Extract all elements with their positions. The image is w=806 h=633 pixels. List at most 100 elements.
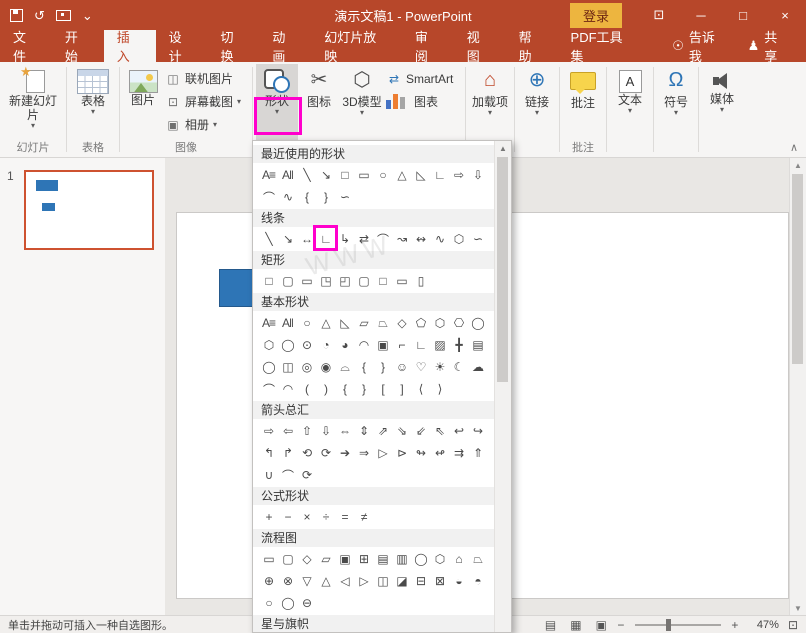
undo-icon[interactable]: ↺ [34,9,45,22]
zoom-out-button[interactable]: − [616,618,626,632]
tab-slideshow[interactable]: 幻灯片放映 [311,30,402,62]
shape-icon[interactable]: ↝ [392,229,411,249]
shape-icon[interactable]: } [373,357,392,377]
share-button[interactable]: ♟ 共享 [738,30,806,62]
online-pictures-button[interactable]: ◫ 联机图片 [165,69,249,88]
shape-icon[interactable]: ▱ [316,549,335,569]
shape-icon[interactable]: ⇉ [449,443,468,463]
shape-icon[interactable]: ⬠ [411,313,430,333]
tab-pdf-tools[interactable]: PDF工具集 [558,30,649,62]
shape-icon[interactable]: ◠ [354,335,373,355]
shape-icon[interactable]: ) [316,379,335,399]
shape-icon[interactable]: ⎔ [449,313,468,333]
view-mode-icon[interactable]: ▣ [596,618,607,632]
shape-icon[interactable]: ] [392,379,411,399]
save-icon[interactable] [10,9,23,22]
shape-icon[interactable]: □ [259,271,278,291]
shape-icon[interactable]: [ [373,379,392,399]
shape-icon[interactable]: ➔ [335,443,354,463]
tell-me-box[interactable]: ☉ 告诉我 [662,30,737,62]
shape-icon[interactable]: ∿ [430,229,449,249]
shape-icon[interactable]: } [316,187,335,207]
shape-icon[interactable]: ⇨ [259,421,278,441]
shape-icon[interactable]: ⇩ [316,421,335,441]
shape-icon[interactable]: ⊠ [430,571,449,591]
photo-album-button[interactable]: ▣ 相册 ▾ [165,115,249,134]
shape-icon[interactable]: ♡ [411,357,430,377]
shape-icon[interactable]: ↪ [468,421,487,441]
media-button[interactable]: 媒体 ▾ [702,64,742,142]
shape-icon[interactable]: ◯ [259,357,278,377]
addins-button[interactable]: ⌂ 加载项 ▾ [469,64,511,142]
icons-button[interactable]: ✂ 图标 [300,64,338,142]
shape-icon[interactable]: ⇔ [335,421,354,441]
shape-icon[interactable]: ◺ [411,165,430,185]
shape-icon[interactable]: ▤ [468,335,487,355]
shape-icon[interactable]: ▤ [373,549,392,569]
view-mode-icon[interactable]: ▤ [545,618,556,632]
zoom-percentage[interactable]: 47% [749,619,779,631]
customize-qat-icon[interactable]: ⌄ [82,9,93,22]
shape-icon[interactable]: ○ [373,165,392,185]
shape-icon[interactable]: { [297,187,316,207]
collapse-ribbon-icon[interactable]: ∧ [790,141,798,154]
shape-icon[interactable]: ↰ [259,443,278,463]
shape-icon[interactable]: ▱ [354,313,373,333]
shape-icon[interactable]: ▷ [373,443,392,463]
symbols-button[interactable]: Ω 符号 ▾ [657,64,695,142]
shape-icon[interactable]: ◰ [335,271,354,291]
shapes-button[interactable]: 形状 ▾ [256,64,298,142]
shape-icon[interactable]: ↘ [316,165,335,185]
shape-icon[interactable]: ↭ [411,229,430,249]
shape-icon[interactable]: ⇧ [297,421,316,441]
menu-scrollbar-thumb[interactable] [497,157,508,382]
shape-icon[interactable]: ◇ [392,313,411,333]
shape-icon[interactable]: ∽ [468,229,487,249]
shape-icon[interactable]: { [354,357,373,377]
shape-icon[interactable]: ⌒ [278,465,297,485]
shape-icon[interactable]: □ [373,271,392,291]
shape-icon[interactable]: ▣ [373,335,392,355]
shape-icon[interactable]: ▽ [297,571,316,591]
view-mode-icon[interactable]: ▦ [570,618,581,632]
shape-icon[interactable]: ⊞ [354,549,373,569]
start-slideshow-icon[interactable] [56,10,71,21]
shape-icon[interactable]: ⬡ [259,335,278,355]
shape-icon[interactable]: ↫ [430,443,449,463]
shape-icon[interactable]: ◯ [468,313,487,333]
chart-button[interactable]: 图表 [386,92,462,111]
shape-icon[interactable]: ≠ [354,507,373,527]
shape-icon[interactable]: ( [297,379,316,399]
shape-icon[interactable]: ⇗ [373,421,392,441]
shape-icon[interactable]: ╋ [449,335,468,355]
scroll-up-icon[interactable]: ▲ [790,158,806,172]
shape-icon[interactable]: ⊗ [278,571,297,591]
shape-icon[interactable]: ⟳ [297,465,316,485]
tab-animations[interactable]: 动画 [259,30,311,62]
shape-icon[interactable]: ☺ [392,357,411,377]
picture-button[interactable]: 图片 [123,64,163,142]
tab-view[interactable]: 视图 [454,30,506,62]
shape-icon[interactable]: = [335,507,354,527]
shape-icon[interactable]: ⇦ [278,421,297,441]
comment-button[interactable]: 批注 [563,64,603,142]
shape-icon[interactable]: ⌓ [335,357,354,377]
shape-icon[interactable]: A‖ [278,313,297,333]
shape-icon[interactable]: △ [316,571,335,591]
shape-icon[interactable]: △ [316,313,335,333]
shape-icon[interactable]: ⌒ [259,379,278,399]
shape-icon[interactable]: ▷ [354,571,373,591]
shape-icon[interactable]: ▭ [354,165,373,185]
shape-icon[interactable]: ÷ [316,507,335,527]
shape-icon[interactable]: ⌐ [392,335,411,355]
shape-icon[interactable]: ◔ [316,335,335,355]
shape-icon[interactable]: ▭ [297,271,316,291]
shape-icon[interactable]: ⬡ [430,549,449,569]
shape-icon[interactable]: ◁ [335,571,354,591]
ribbon-display-options-icon[interactable]: ⊡ [638,0,680,30]
scroll-up-icon[interactable]: ▲ [495,141,511,155]
shape-icon[interactable]: A‖ [278,165,297,185]
shape-icon[interactable]: ◫ [373,571,392,591]
shape-icon[interactable]: ↔ [297,229,316,249]
shape-icon[interactable]: { [335,379,354,399]
